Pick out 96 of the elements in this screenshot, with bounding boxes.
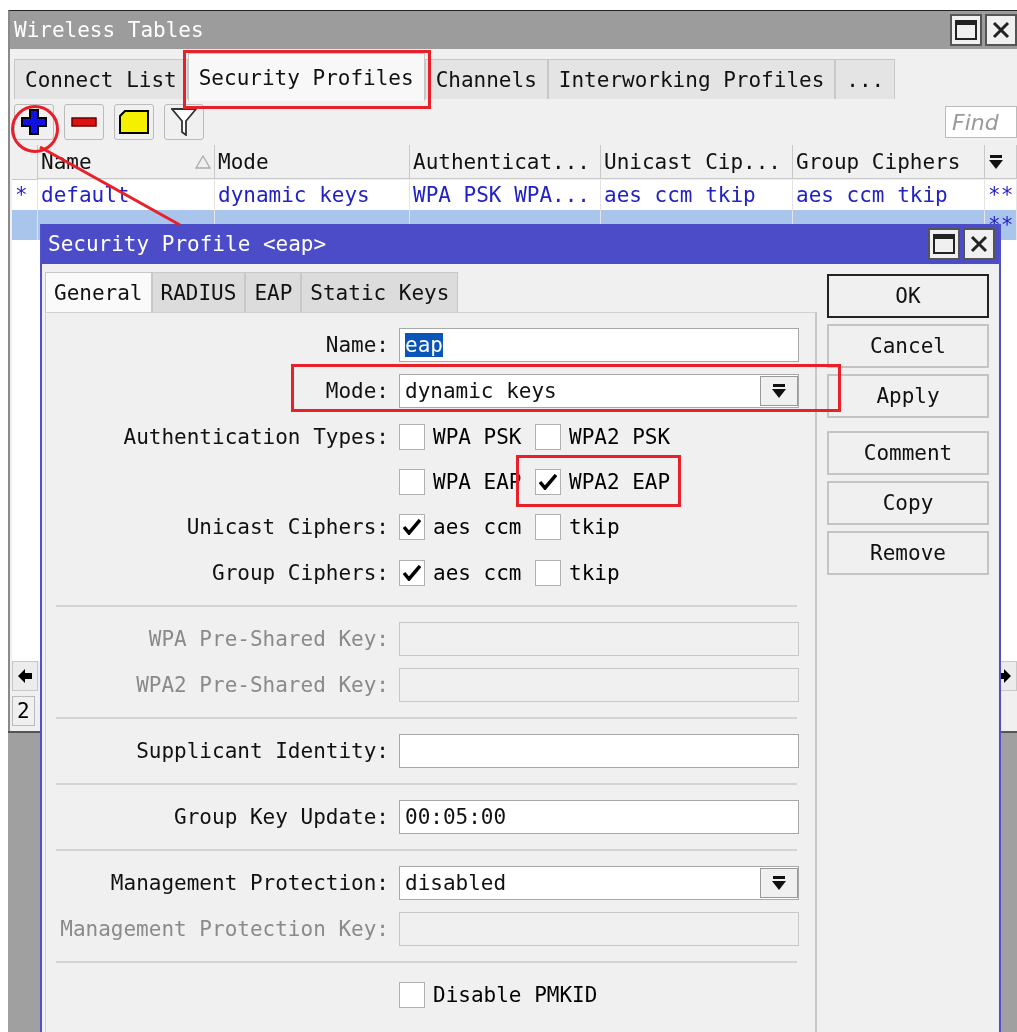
checkbox-label: WPA2 PSK <box>569 425 671 449</box>
field-label: Name: <box>324 332 389 359</box>
dropdown-arrow-icon <box>771 875 787 891</box>
checkbox[interactable] <box>535 560 561 586</box>
column-header[interactable]: Unicast Cip... <box>601 145 793 179</box>
input-field[interactable] <box>399 734 799 768</box>
column-header[interactable]: Authenticat... <box>410 145 601 179</box>
checkbox-label: WPA2 EAP <box>569 470 671 494</box>
table-cell: * <box>12 180 38 210</box>
table-cell: ** <box>985 180 1017 210</box>
checkbox[interactable] <box>535 469 561 495</box>
checkbox[interactable] <box>535 514 561 540</box>
close-icon <box>992 21 1010 39</box>
dialog-button[interactable]: Cancel <box>827 324 989 368</box>
column-header <box>12 145 38 180</box>
dialog-button[interactable]: Apply <box>827 374 989 418</box>
remove-button[interactable] <box>64 104 104 140</box>
highlight-circle <box>11 105 59 153</box>
table-cell: aes ccm tkip <box>601 180 793 210</box>
field-label: Management Protection Key: <box>59 916 389 943</box>
maximize-button[interactable] <box>928 228 960 260</box>
field-label: Supplicant Identity: <box>135 738 389 765</box>
column-header[interactable]: Mode <box>215 145 410 179</box>
checkbox[interactable] <box>399 514 425 540</box>
maximize-icon <box>955 20 977 40</box>
dialog-button[interactable]: OK <box>827 274 989 318</box>
comment-button[interactable] <box>114 104 154 140</box>
note-icon <box>119 110 149 134</box>
table-cell: dynamic keys <box>215 180 410 210</box>
field-value: eap <box>405 333 443 357</box>
checkbox-label: aes ccm <box>433 561 522 585</box>
field-label: Management Protection: <box>109 870 389 897</box>
tab[interactable]: Interworking Profiles <box>547 59 836 99</box>
dropdown-arrow-icon <box>771 383 787 399</box>
close-icon <box>970 235 988 253</box>
add-button[interactable] <box>14 104 54 140</box>
find-field[interactable]: Find <box>945 106 1017 138</box>
column-menu-button[interactable] <box>985 145 1017 179</box>
filter-button[interactable] <box>164 104 204 140</box>
checkbox-label: tkip <box>569 515 620 539</box>
filter-icon <box>171 108 197 136</box>
field-label: WPA2 Pre-Shared Key: <box>135 672 389 699</box>
checkbox[interactable] <box>399 469 425 495</box>
input-field[interactable]: 00:05:00 <box>399 800 799 834</box>
dropdown-field[interactable]: disabled <box>399 866 799 900</box>
checkbox-label: WPA PSK <box>433 425 522 449</box>
dialog-button[interactable]: Comment <box>827 431 989 475</box>
dialog-button[interactable]: Remove <box>827 531 989 575</box>
check-icon <box>539 474 557 490</box>
window-title: Wireless Tables <box>14 18 205 42</box>
dialog-button[interactable]: Copy <box>827 481 989 525</box>
field-label: Mode: <box>324 378 389 405</box>
checkbox-label: tkip <box>569 561 620 585</box>
column-header[interactable]: Group Ciphers <box>793 145 985 179</box>
field-label: Group Key Update: <box>173 804 389 831</box>
dropdown-field[interactable]: dynamic keys <box>399 374 799 408</box>
dropdown-button[interactable] <box>760 376 798 406</box>
tab[interactable]: General <box>45 272 152 312</box>
scroll-left-button[interactable] <box>12 661 38 691</box>
tab[interactable]: RADIUS <box>151 272 246 312</box>
checkbox[interactable] <box>399 560 425 586</box>
tab[interactable]: Connect List <box>14 59 188 99</box>
checkbox-label: Disable PMKID <box>433 983 598 1007</box>
check-icon <box>403 519 421 535</box>
close-button[interactable] <box>985 14 1017 46</box>
checkbox[interactable] <box>399 982 425 1008</box>
minus-icon <box>71 117 97 127</box>
field-label: Unicast Ciphers: <box>185 514 389 541</box>
table-cell: WPA PSK WPA... <box>410 180 601 210</box>
check-icon <box>403 565 421 581</box>
dropdown-arrow-icon <box>988 153 1004 170</box>
dropdown-button[interactable] <box>760 868 798 898</box>
field-label: Authentication Types: <box>122 424 389 451</box>
tab[interactable]: Channels <box>424 59 548 99</box>
input-field[interactable]: eap <box>399 328 799 362</box>
table-cell: aes ccm tkip <box>793 180 985 210</box>
maximize-icon <box>933 234 955 254</box>
close-button[interactable] <box>963 228 995 260</box>
dialog-title: Security Profile <eap> <box>48 232 328 256</box>
plus-icon <box>21 109 47 135</box>
tab[interactable]: Security Profiles <box>187 53 425 101</box>
checkbox[interactable] <box>535 424 561 450</box>
item-count: 2 <box>12 696 35 726</box>
field-label: Group Ciphers: <box>211 560 389 587</box>
tab[interactable]: ... <box>835 59 896 99</box>
checkbox-label: aes ccm <box>433 515 522 539</box>
left-arrow-icon <box>17 668 33 684</box>
table-cell: default <box>38 180 215 210</box>
checkbox[interactable] <box>399 424 425 450</box>
tab[interactable]: EAP <box>245 272 302 312</box>
field-label: WPA Pre-Shared Key: <box>147 626 389 653</box>
field-value: disabled <box>405 871 507 895</box>
field-value: dynamic keys <box>405 379 557 403</box>
tab[interactable]: Static Keys <box>301 272 459 312</box>
field-value: 00:05:00 <box>405 805 507 829</box>
maximize-button[interactable] <box>950 14 982 46</box>
